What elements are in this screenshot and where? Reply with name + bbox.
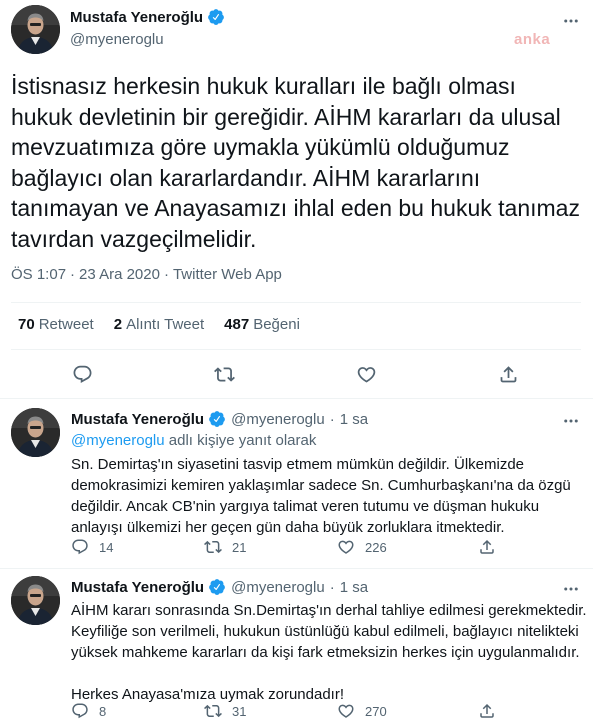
reply-text-block: AİHM kararı sonrasında Sn.Demirtaş'ın de… [71, 600, 591, 705]
tweet-source[interactable]: Twitter Web App [173, 266, 282, 283]
retweet-arrows-icon [204, 702, 222, 720]
likes-stat[interactable]: 487 Beğeni [224, 316, 300, 333]
author-name[interactable]: Mustafa Yeneroğlu [70, 9, 203, 26]
reply-author-handle[interactable]: @myeneroglu [231, 411, 325, 428]
reply-to-handle-link[interactable]: @myeneroglu [71, 432, 165, 449]
reply-time[interactable]: 1 sa [340, 411, 368, 428]
author-handle[interactable]: @myeneroglu [70, 31, 164, 48]
retweets-count: 70 [18, 316, 35, 333]
likes-count: 487 [224, 316, 250, 333]
reply-bubble-icon [71, 702, 89, 720]
retweet-arrows-icon [214, 364, 235, 385]
more-horizontal-icon[interactable] [560, 410, 582, 432]
tweet-meta: ÖS 1:07 · 23 Ara 2020 · Twitter Web App [11, 266, 282, 283]
reply-button[interactable] [72, 364, 93, 385]
reply-to-suffix: adlı kişiye yanıt olarak [164, 432, 317, 449]
like-button[interactable] [356, 364, 377, 385]
reply-bubble-icon [72, 364, 93, 385]
share-button[interactable] [478, 538, 496, 556]
reply-context: @myeneroglu adlı kişiye yanıt olarak [71, 432, 316, 449]
meta-separator: · [70, 266, 76, 283]
divider [0, 398, 593, 399]
reply-author-avatar[interactable] [11, 576, 60, 625]
verified-badge-icon [207, 8, 225, 26]
quotes-count: 2 [113, 316, 123, 333]
retweet-count: 31 [232, 703, 247, 719]
divider [11, 302, 581, 303]
retweet-count: 21 [232, 539, 247, 555]
reply-button[interactable]: 14 [71, 538, 113, 556]
retweet-button[interactable] [214, 364, 235, 385]
like-count: 226 [365, 539, 387, 555]
quotes-label: Alıntı Tweet [126, 316, 205, 333]
reply-author-handle[interactable]: @myeneroglu [231, 579, 325, 596]
quotes-stat[interactable]: 2 Alıntı Tweet [114, 316, 204, 333]
retweets-stat[interactable]: 70 Retweet [18, 316, 94, 333]
tweet-text: İstisnasız herkesin hukuk kuralları ile … [11, 73, 580, 252]
divider [11, 349, 581, 350]
tweet-time[interactable]: ÖS 1:07 [11, 266, 66, 283]
reply-count: 8 [99, 703, 107, 719]
share-button[interactable] [498, 364, 519, 385]
share-button[interactable] [478, 702, 496, 720]
reply-author-avatar[interactable] [11, 408, 60, 457]
heart-icon [337, 538, 355, 556]
retweet-button[interactable]: 21 [204, 538, 246, 556]
author-avatar[interactable] [11, 5, 60, 54]
reply-time[interactable]: 1 sa [340, 579, 368, 596]
more-horizontal-icon[interactable] [560, 10, 582, 32]
share-upload-icon [478, 702, 496, 720]
reply-author-name[interactable]: Mustafa Yeneroğlu [71, 579, 204, 596]
reply-author-name[interactable]: Mustafa Yeneroğlu [71, 411, 204, 428]
verified-badge-icon [208, 410, 226, 428]
share-upload-icon [478, 538, 496, 556]
reply-paragraph: Herkes Anayasa'mıza uymak zorundadır! [71, 686, 344, 703]
likes-label: Beğeni [253, 316, 300, 333]
watermark: anka [514, 31, 551, 48]
heart-icon [356, 364, 377, 385]
verified-badge-icon [208, 578, 226, 596]
share-upload-icon [498, 364, 519, 385]
retweets-label: Retweet [38, 316, 94, 333]
meta-separator: · [163, 266, 169, 283]
retweet-arrows-icon [204, 538, 222, 556]
more-horizontal-icon[interactable] [560, 578, 582, 600]
reply-text: Sn. Demirtaş'ın siyasetini tasvip etmem … [71, 456, 571, 536]
heart-icon [337, 702, 355, 720]
tweet-date[interactable]: 23 Ara 2020 [79, 266, 160, 283]
reply-button[interactable]: 8 [71, 702, 106, 720]
reply-paragraph: AİHM kararı sonrasında Sn.Demirtaş'ın de… [71, 602, 587, 661]
divider [0, 568, 593, 569]
retweet-button[interactable]: 31 [204, 702, 246, 720]
like-count: 270 [365, 703, 387, 719]
time-separator: · [329, 410, 335, 428]
like-button[interactable]: 226 [337, 538, 387, 556]
reply-count: 14 [99, 539, 114, 555]
reply-bubble-icon [71, 538, 89, 556]
tweet-stats: 70 Retweet 2 Alıntı Tweet 487 Beğeni [18, 316, 320, 333]
like-button[interactable]: 270 [337, 702, 387, 720]
time-separator: · [329, 578, 335, 596]
